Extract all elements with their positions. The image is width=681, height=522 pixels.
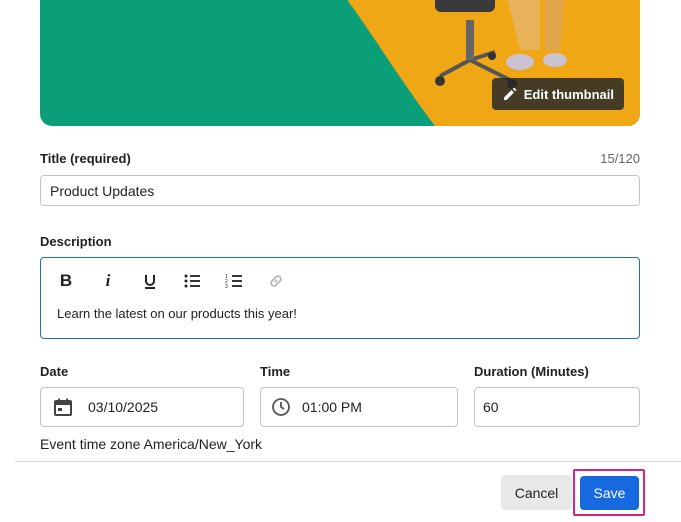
- link-icon[interactable]: [265, 270, 287, 292]
- footer-divider: [15, 461, 681, 462]
- clock-icon: [272, 398, 290, 416]
- description-text: Learn the latest on our products this ye…: [57, 306, 297, 321]
- title-input-value: Product Updates: [50, 182, 155, 199]
- description-label: Description: [40, 234, 112, 249]
- duration-label: Duration (Minutes): [474, 364, 589, 379]
- svg-text:3: 3: [225, 284, 228, 290]
- date-label: Date: [40, 364, 69, 379]
- date-input[interactable]: 03/10/2025: [40, 387, 244, 427]
- description-editor[interactable]: B i 123 Learn the latest on our products…: [40, 257, 640, 339]
- italic-icon[interactable]: i: [97, 270, 119, 292]
- pencil-icon: [503, 87, 517, 100]
- title-char-counter: 15/120: [600, 151, 640, 166]
- edit-thumbnail-button[interactable]: Edit thumbnail: [491, 78, 624, 110]
- bullet-list-icon[interactable]: [181, 270, 203, 292]
- thumbnail-image: Edit thumbnail: [40, 0, 640, 126]
- duration-input[interactable]: 60: [474, 387, 640, 427]
- bold-icon[interactable]: B: [55, 270, 77, 292]
- date-value: 03/10/2025: [88, 399, 159, 415]
- time-label: Time: [260, 364, 291, 379]
- save-button[interactable]: Save: [580, 476, 639, 510]
- title-label: Title (required): [40, 151, 131, 166]
- timezone-note: Event time zone America/New_York: [40, 436, 263, 452]
- duration-value: 60: [483, 399, 499, 415]
- time-input[interactable]: 01:00 PM: [260, 387, 458, 427]
- cancel-button[interactable]: Cancel: [501, 475, 572, 510]
- title-input[interactable]: Product Updates: [40, 175, 640, 206]
- time-value: 01:00 PM: [302, 399, 362, 415]
- calendar-icon: [54, 398, 72, 416]
- numbered-list-icon[interactable]: 123: [223, 270, 245, 292]
- edit-thumbnail-label: Edit thumbnail: [523, 86, 614, 102]
- underline-icon[interactable]: [139, 270, 161, 292]
